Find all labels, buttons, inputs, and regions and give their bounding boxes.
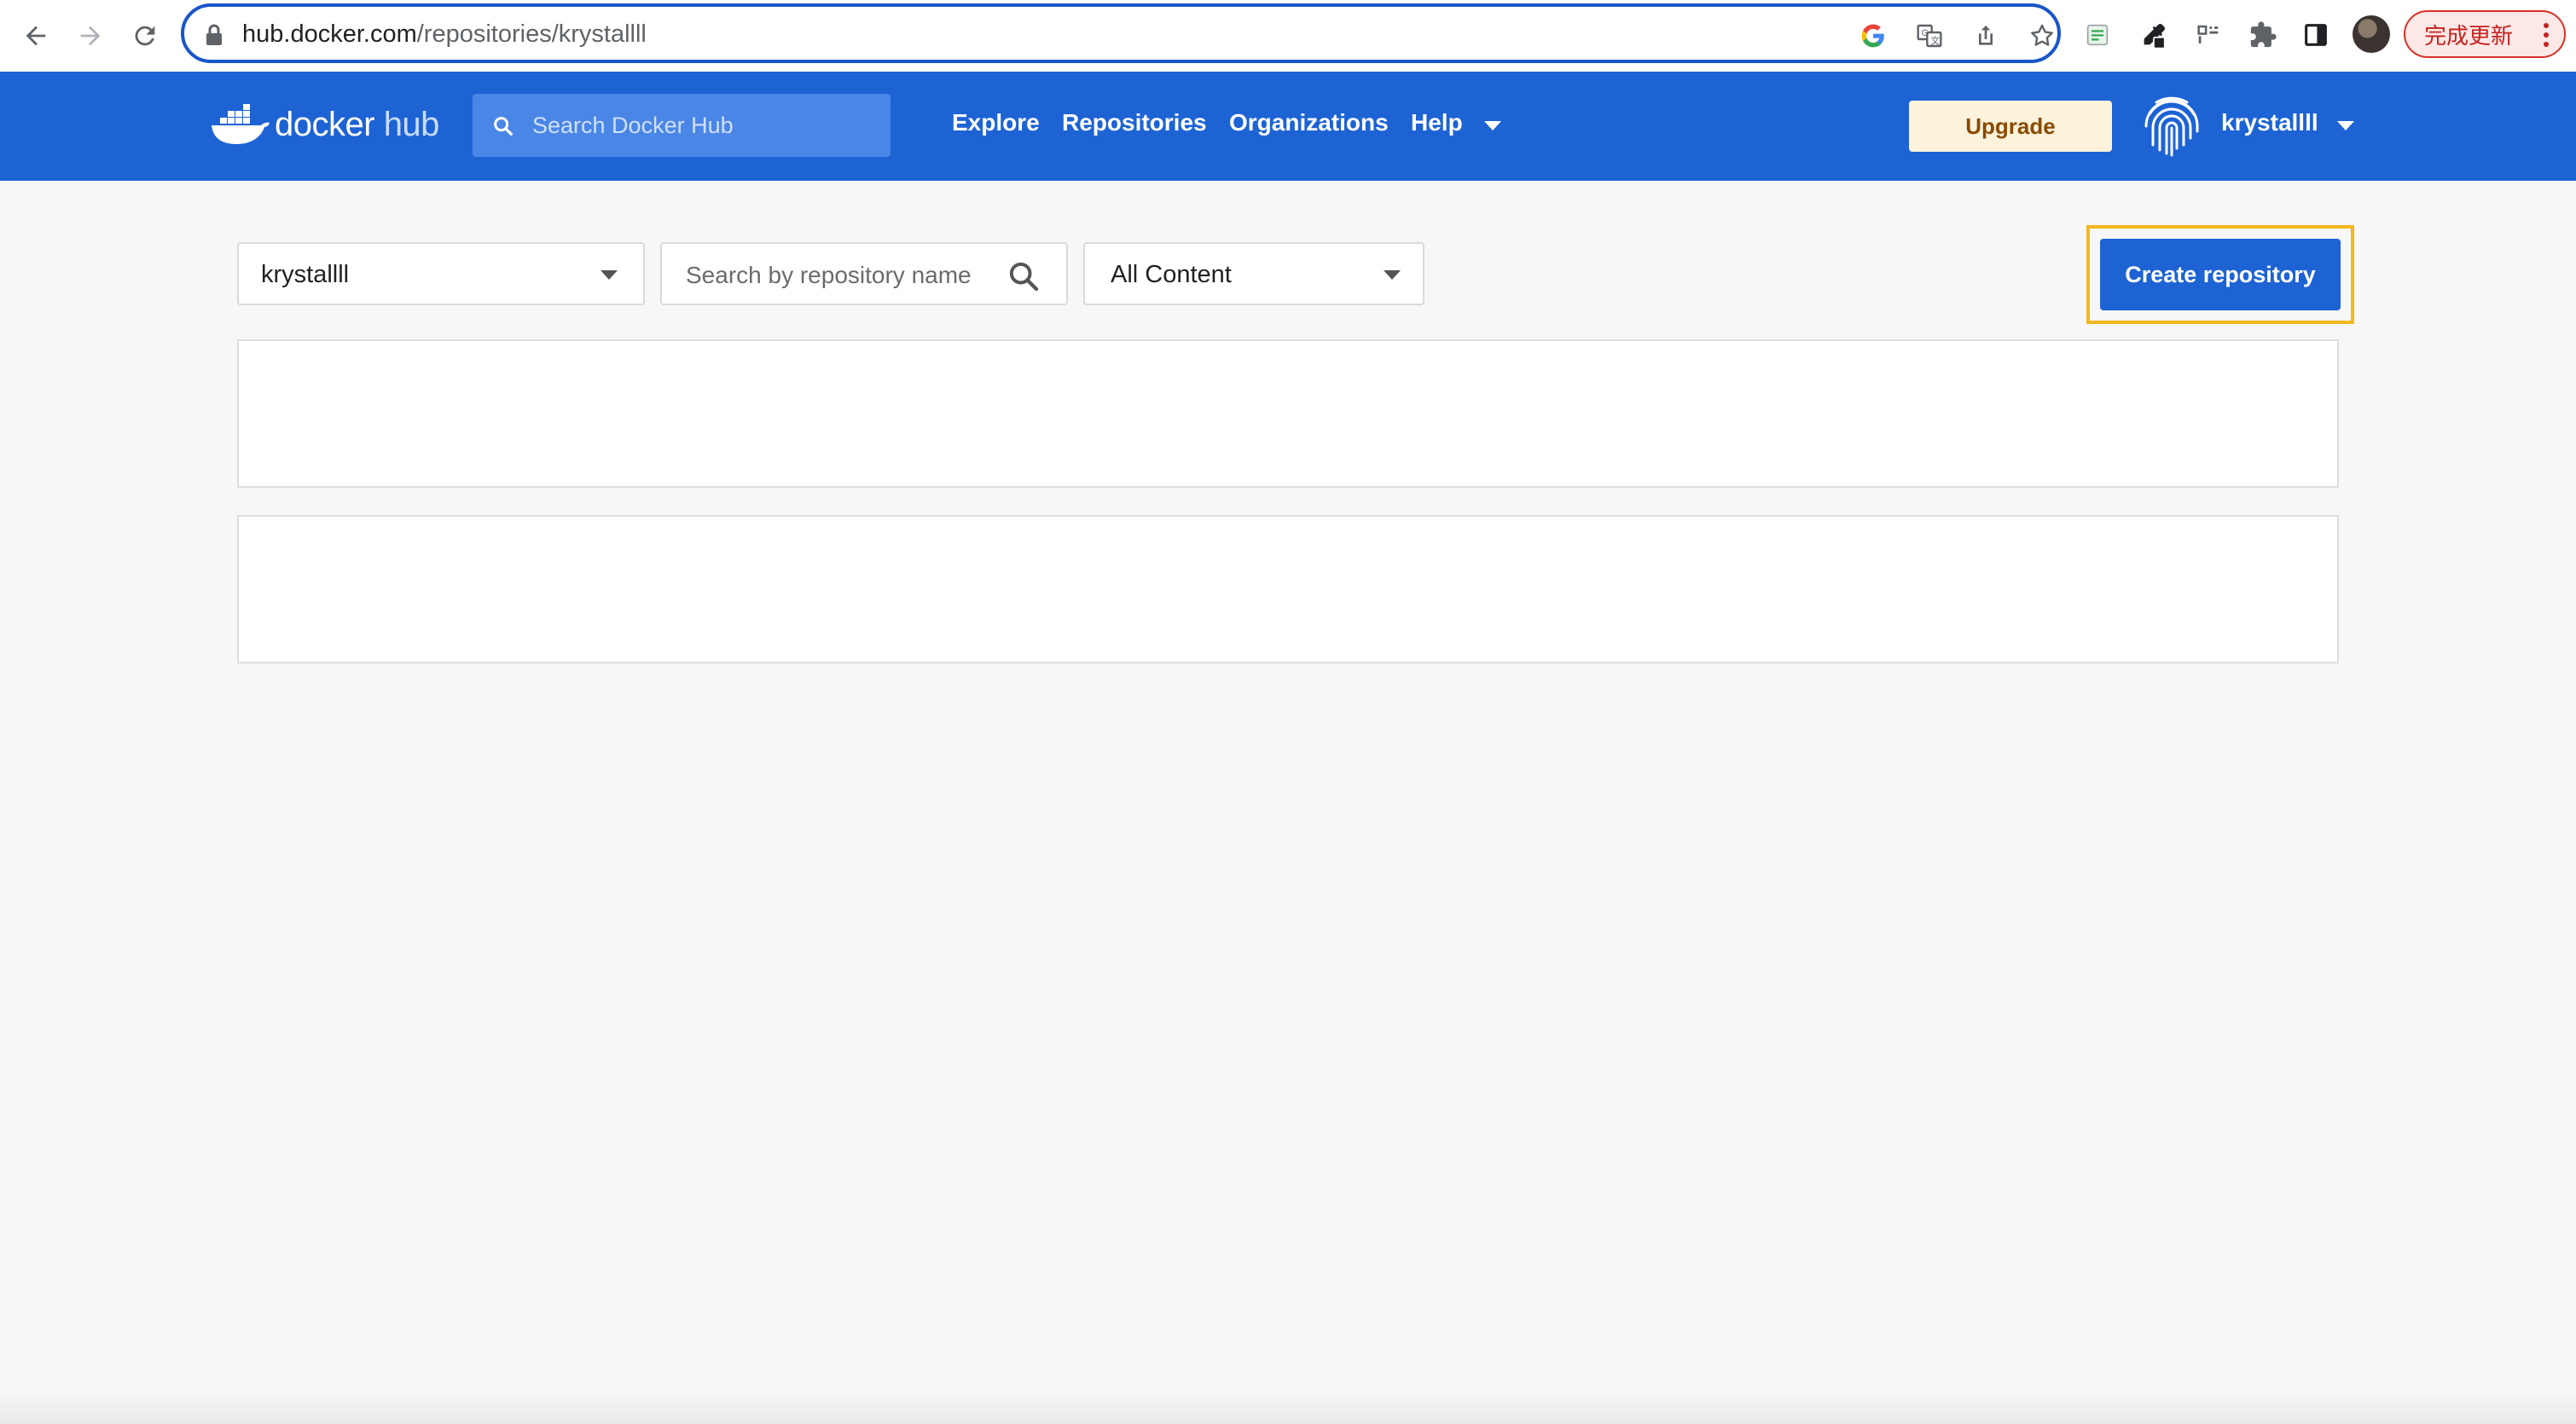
bookmark-star-icon [2031, 24, 2053, 46]
create-repository-highlight: Create repository [2086, 225, 2354, 324]
bookmark-button[interactable] [2025, 19, 2059, 53]
namespace-select[interactable]: krystallll [237, 242, 645, 305]
back-arrow-icon [26, 26, 46, 46]
docker-whale-icon [212, 104, 270, 144]
kebab-menu-icon [2544, 23, 2549, 47]
share-icon [1979, 26, 1993, 45]
browser-toolbar: hub.docker.com/repositories/krystallll G… [0, 0, 2576, 72]
sheets-extension-button[interactable] [2078, 15, 2117, 55]
nav-organizations[interactable]: Organizations [1229, 109, 1389, 136]
hub-search-box[interactable] [473, 94, 891, 157]
repository-card-placeholder[interactable] [237, 515, 2339, 663]
lock-icon [206, 24, 222, 45]
repository-search-input[interactable] [686, 259, 1001, 292]
content-filter-select[interactable]: All Content [1083, 242, 1424, 305]
docker-hub-logo[interactable]: docker hub [208, 97, 439, 152]
url-text: hub.docker.com/repositories/krystallll [242, 20, 647, 49]
url-host: hub.docker.com [242, 20, 417, 48]
repository-card-placeholder[interactable] [237, 339, 2339, 488]
translate-icon: G文 [1917, 24, 1942, 48]
help-chevron-down-icon[interactable] [1484, 121, 1501, 130]
create-repository-button[interactable]: Create repository [2100, 239, 2341, 310]
side-panel-button[interactable] [2296, 15, 2335, 55]
logo-wordmark: docker hub [275, 106, 439, 144]
docker-hub-header: docker hub Explore Repositories Organiza… [0, 72, 2576, 181]
nav-repositories[interactable]: Repositories [1062, 109, 1207, 136]
user-menu-chevron-down-icon[interactable] [2337, 121, 2354, 130]
google-icon [1861, 24, 1884, 48]
bottom-edge-shadow [0, 1390, 2576, 1424]
nav-explore[interactable]: Explore [952, 109, 1040, 136]
qr-extension-button[interactable] [2189, 15, 2228, 55]
repository-search-box[interactable] [660, 242, 1068, 305]
address-bar[interactable]: hub.docker.com/repositories/krystallll G… [181, 3, 2061, 63]
username-label[interactable]: krystallll [2221, 109, 2318, 136]
logo-hub-text: hub [383, 105, 440, 143]
eyedropper-extension-button[interactable] [2134, 15, 2173, 55]
content-filter-value: All Content [1111, 261, 1232, 288]
svg-text:文: 文 [1930, 35, 1940, 46]
sheets-extension-icon [2086, 24, 2109, 46]
reload-button[interactable] [125, 15, 165, 56]
browser-profile-avatar[interactable] [2353, 15, 2390, 53]
eyedropper-extension-icon [2144, 23, 2166, 49]
browser-update-button[interactable]: 完成更新 [2404, 10, 2566, 58]
qr-extension-icon [2197, 25, 2219, 43]
nav-help[interactable]: Help [1411, 109, 1463, 136]
upgrade-button[interactable]: Upgrade [1909, 101, 2112, 152]
search-icon [494, 117, 513, 136]
reload-icon [135, 26, 155, 46]
url-path: /repositories/krystallll [416, 20, 647, 48]
translate-button[interactable]: G文 [1912, 19, 1947, 53]
namespace-value: krystallll [261, 261, 350, 288]
puzzle-extensions-icon [2250, 21, 2277, 48]
search-icon[interactable] [1007, 259, 1041, 293]
extensions-button[interactable] [2243, 15, 2283, 55]
back-button[interactable] [15, 15, 56, 56]
svg-text:G: G [1922, 28, 1929, 38]
forward-button[interactable] [70, 15, 111, 56]
sidepanel-icon [2305, 24, 2327, 46]
chevron-down-icon [1384, 270, 1401, 280]
google-lens-button[interactable] [1856, 19, 1890, 53]
logo-docker-text: docker [275, 105, 375, 143]
share-button[interactable] [1969, 19, 2003, 53]
fingerprint-avatar-icon[interactable] [2136, 89, 2208, 160]
hub-search-input[interactable] [532, 109, 873, 142]
update-label: 完成更新 [2424, 22, 2514, 49]
forward-arrow-icon [80, 26, 101, 46]
chevron-down-icon [600, 270, 618, 280]
